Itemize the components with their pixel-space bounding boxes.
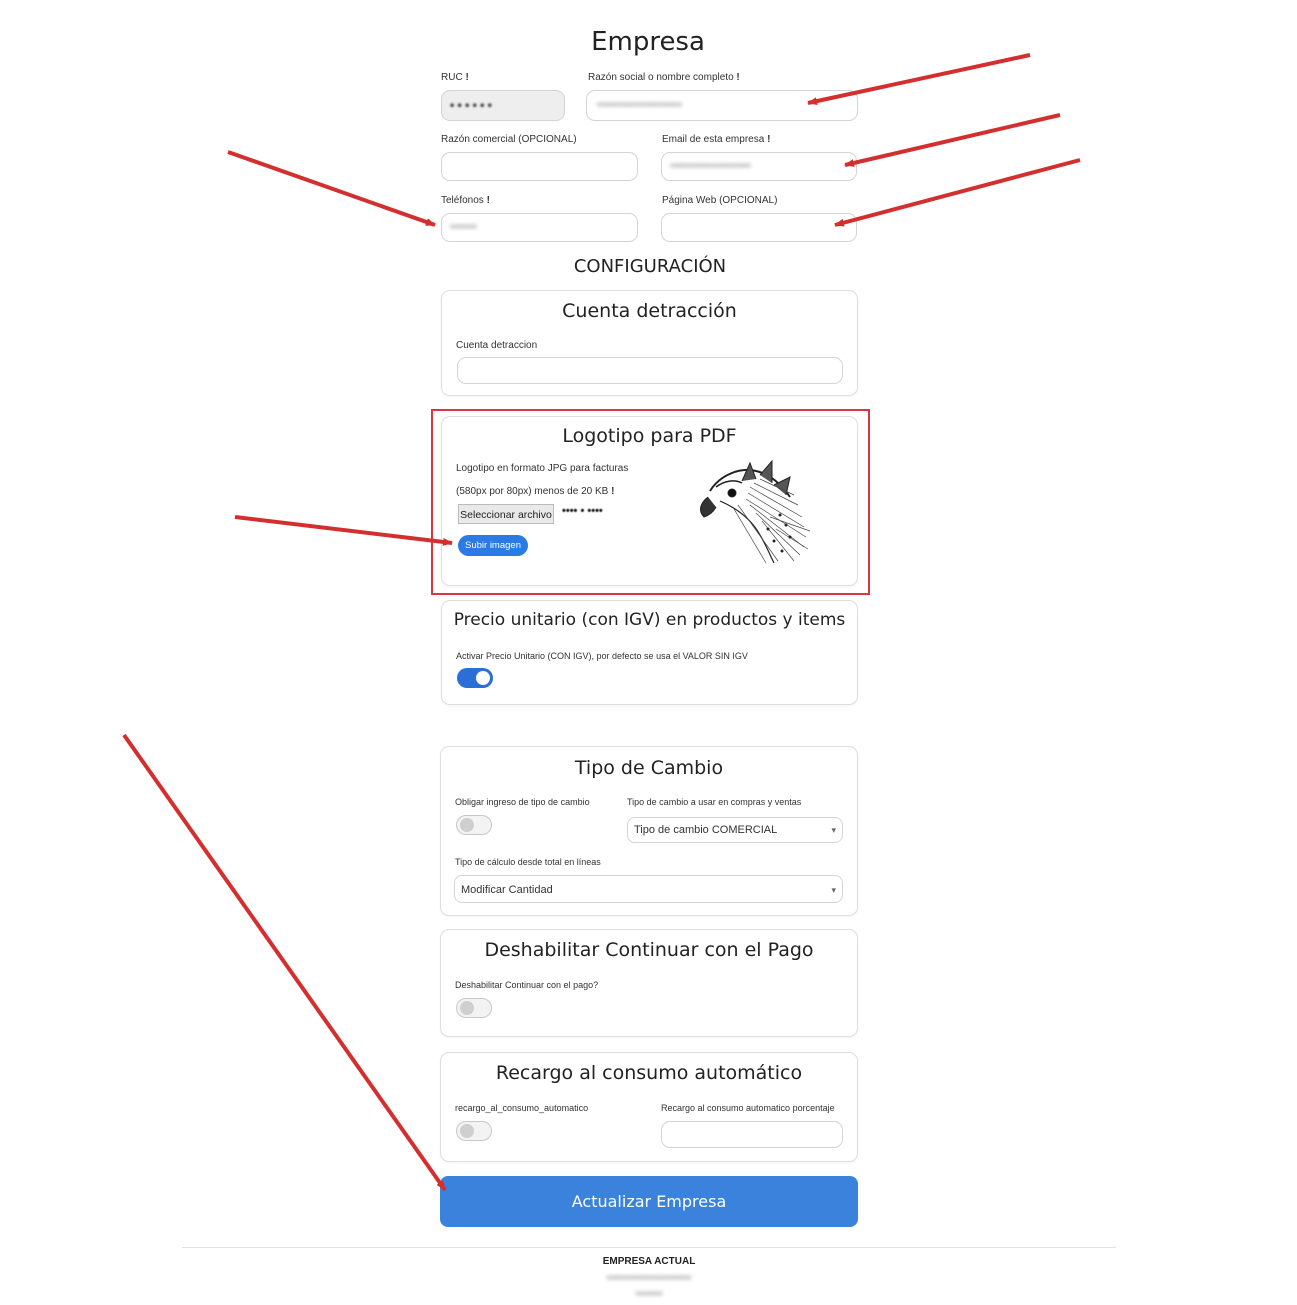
precio-unitario-title: Precio unitario (con IGV) en productos y…: [453, 610, 846, 630]
arrow-to-telefonos: [227, 150, 436, 227]
tipo-cambio-title: Tipo de Cambio: [574, 757, 724, 779]
arrow-to-upload-button: [234, 515, 453, 546]
ruc-label: RUC !: [441, 72, 469, 83]
cuenta-detraccion-card: Cuenta detracción Cuenta detraccion: [441, 290, 858, 396]
selected-file-name: •••• • ••••: [562, 505, 603, 517]
footer-divider: [182, 1247, 1116, 1248]
obligar-toggle[interactable]: [456, 815, 492, 835]
toggle-knob: [476, 671, 490, 685]
footer-heading: EMPRESA ACTUAL: [602, 1256, 696, 1267]
email-field[interactable]: •••••••••••••••••••••: [661, 152, 857, 181]
email-value: •••••••••••••••••••••: [670, 160, 751, 172]
pagina-web-label: Página Web (OPCIONAL): [662, 195, 778, 206]
telefonos-value: •••••••: [450, 221, 477, 233]
upload-image-button[interactable]: Subir imagen: [458, 535, 528, 556]
deshabilitar-pago-card: Deshabilitar Continuar con el Pago Desha…: [440, 929, 858, 1037]
page-title: Empresa: [591, 27, 705, 57]
razon-comercial-label: Razón comercial (OPCIONAL): [441, 134, 577, 145]
toggle-knob: [460, 818, 474, 832]
arrow-to-email: [844, 113, 1061, 167]
pagina-web-field[interactable]: [661, 213, 857, 242]
precio-unitario-card: Precio unitario (con IGV) en productos y…: [441, 600, 858, 705]
file-select-button[interactable]: Seleccionar archivo: [458, 504, 554, 524]
razon-comercial-field[interactable]: [441, 152, 638, 181]
arrow-to-pagina-web: [834, 158, 1081, 227]
footer-line2: •••••••: [635, 1288, 663, 1300]
logotipo-help-line2: (580px por 80px) menos de 20 KB !: [456, 486, 615, 497]
telefonos-label: Teléfonos !: [441, 195, 490, 206]
tipo-cambio-selected: Tipo de cambio COMERCIAL: [634, 824, 778, 836]
footer-line1: ••••••••••••••••••••••: [606, 1272, 692, 1284]
arrow-to-submit-button: [122, 733, 447, 1192]
calculo-select[interactable]: Modificar Cantidad ▾: [454, 875, 843, 903]
razon-social-value: ••••••••••••••••••••••: [597, 99, 682, 111]
tipo-cambio-label: Tipo de cambio a usar en compras y venta…: [627, 797, 802, 807]
tipo-cambio-card: Tipo de Cambio Obligar ingreso de tipo d…: [440, 746, 858, 916]
recargo-percent-field[interactable]: [661, 1121, 843, 1148]
email-label: Email de esta empresa !: [662, 134, 771, 145]
logotipo-card: Logotipo para PDF Logotipo en formato JP…: [441, 416, 858, 586]
cuenta-detraccion-field[interactable]: [457, 357, 843, 384]
logotipo-help-line1: Logotipo en formato JPG para facturas: [456, 463, 629, 474]
deshabilitar-pago-toggle[interactable]: [456, 998, 492, 1018]
chevron-down-icon: ▾: [831, 885, 836, 895]
obligar-label: Obligar ingreso de tipo de cambio: [455, 797, 590, 807]
precio-unitario-label: Activar Precio Unitario (CON IGV), por d…: [456, 651, 748, 661]
recargo-toggle-label: recargo_al_consumo_automatico: [455, 1103, 589, 1113]
tipo-cambio-select[interactable]: Tipo de cambio COMERCIAL ▾: [627, 817, 843, 843]
precio-unitario-toggle[interactable]: [457, 668, 493, 688]
recargo-percent-label: Recargo al consumo automatico porcentaje: [661, 1103, 835, 1113]
calculo-selected: Modificar Cantidad: [461, 884, 553, 896]
deshabilitar-pago-title: Deshabilitar Continuar con el Pago: [484, 939, 814, 961]
chevron-down-icon: ▾: [831, 825, 836, 835]
cuenta-detraccion-label: Cuenta detraccion: [456, 340, 538, 351]
ruc-field[interactable]: • • • • • •: [441, 90, 565, 121]
recargo-toggle[interactable]: [456, 1121, 492, 1141]
toggle-knob: [460, 1124, 474, 1138]
ruc-value: • • • • • •: [450, 98, 492, 112]
deshabilitar-pago-label: Deshabilitar Continuar con el pago?: [455, 980, 599, 990]
cuenta-detraccion-title: Cuenta detracción: [562, 300, 737, 322]
recargo-title: Recargo al consumo automático: [495, 1062, 803, 1084]
calculo-label: Tipo de cálculo desde total en líneas: [455, 857, 601, 867]
actualizar-empresa-button[interactable]: Actualizar Empresa: [440, 1176, 858, 1227]
razon-social-field[interactable]: ••••••••••••••••••••••: [586, 90, 858, 121]
eagle-logo-image: [700, 459, 811, 564]
toggle-knob: [460, 1001, 474, 1015]
razon-social-label: Razón social o nombre completo !: [588, 72, 740, 83]
logotipo-title: Logotipo para PDF: [562, 425, 737, 447]
telefonos-field[interactable]: •••••••: [441, 213, 638, 242]
config-heading: CONFIGURACIÓN: [573, 256, 727, 277]
recargo-card: Recargo al consumo automático recargo_al…: [440, 1052, 858, 1162]
